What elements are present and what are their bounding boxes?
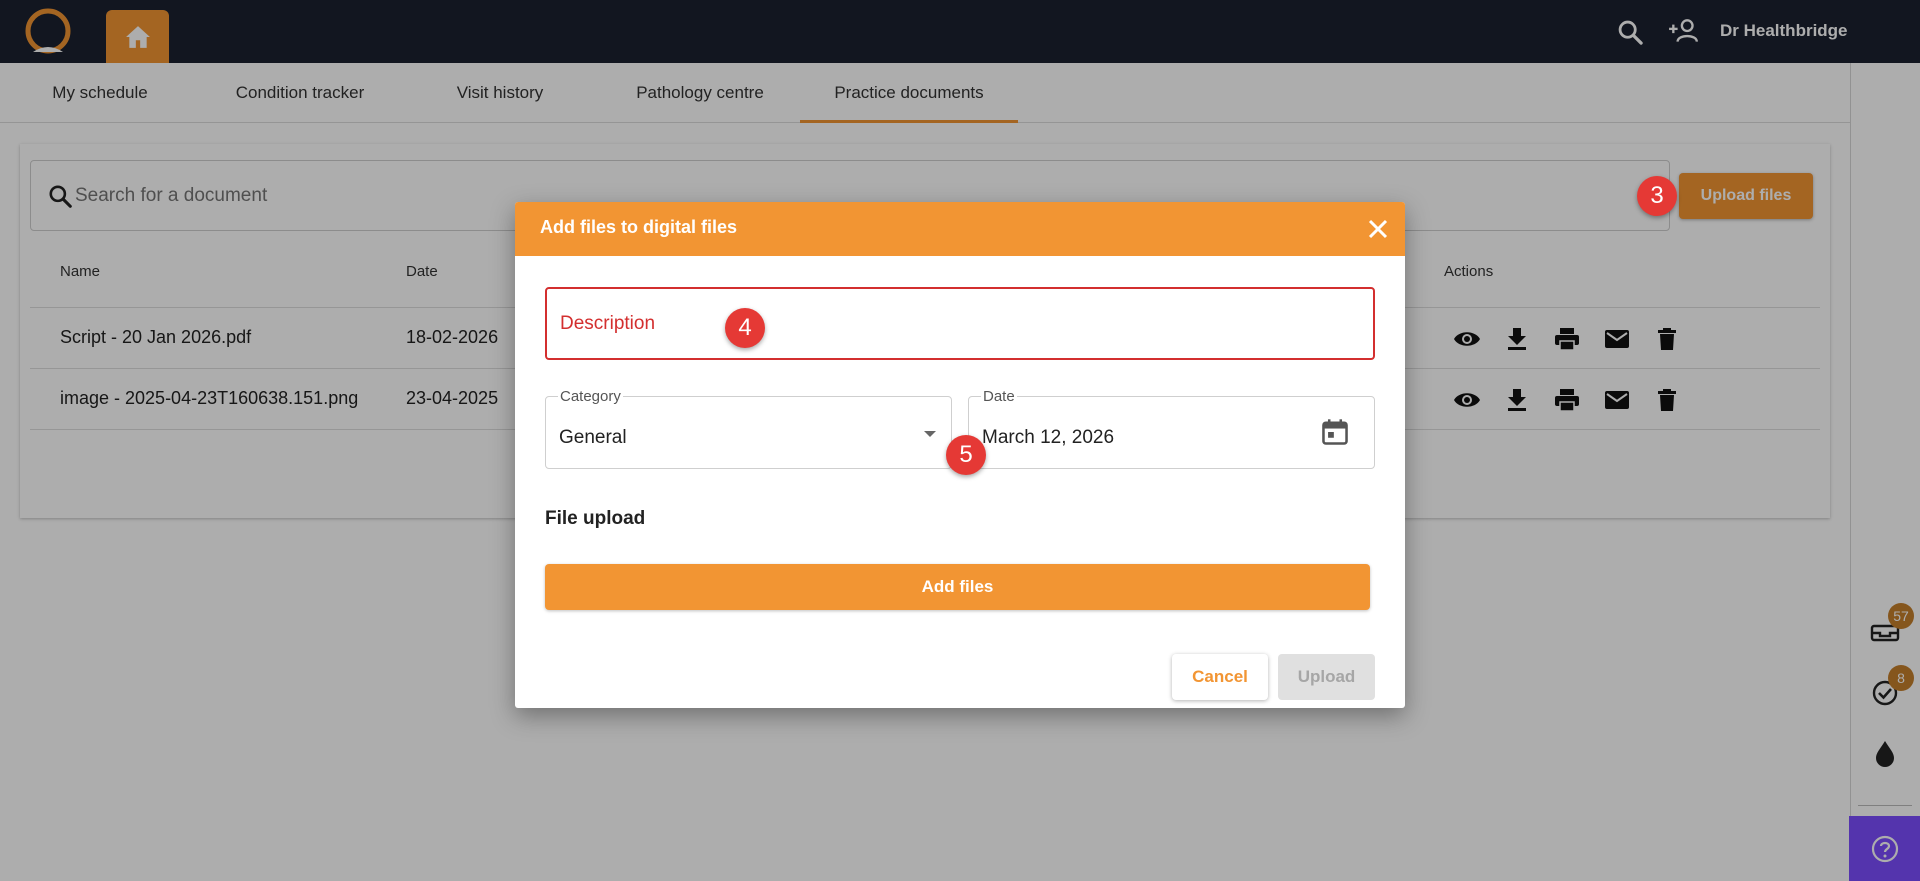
category-label: Category — [558, 388, 623, 405]
dialog-header: Add files to digital files — [515, 202, 1405, 256]
calendar-icon[interactable] — [1320, 417, 1350, 447]
step-marker-category-date: 5 — [946, 435, 986, 475]
add-files-button[interactable]: Add files — [545, 564, 1370, 610]
date-field[interactable]: Date March 12, 2026 — [968, 388, 1375, 469]
date-label: Date — [981, 388, 1017, 405]
cancel-button[interactable]: Cancel — [1172, 654, 1268, 700]
step-marker-description: 4 — [725, 308, 765, 348]
file-upload-label: File upload — [545, 508, 646, 529]
close-icon[interactable] — [1365, 216, 1391, 242]
date-value: March 12, 2026 — [982, 427, 1115, 448]
description-placeholder: Description — [560, 313, 656, 334]
description-field[interactable]: Description — [545, 287, 1375, 360]
step-marker-upload-files: 3 — [1637, 176, 1677, 216]
category-value: General — [559, 427, 627, 448]
upload-button: Upload — [1278, 654, 1375, 700]
category-select[interactable]: Category General — [545, 388, 952, 469]
chevron-down-icon — [924, 431, 936, 437]
dialog-title: Add files to digital files — [540, 217, 738, 237]
